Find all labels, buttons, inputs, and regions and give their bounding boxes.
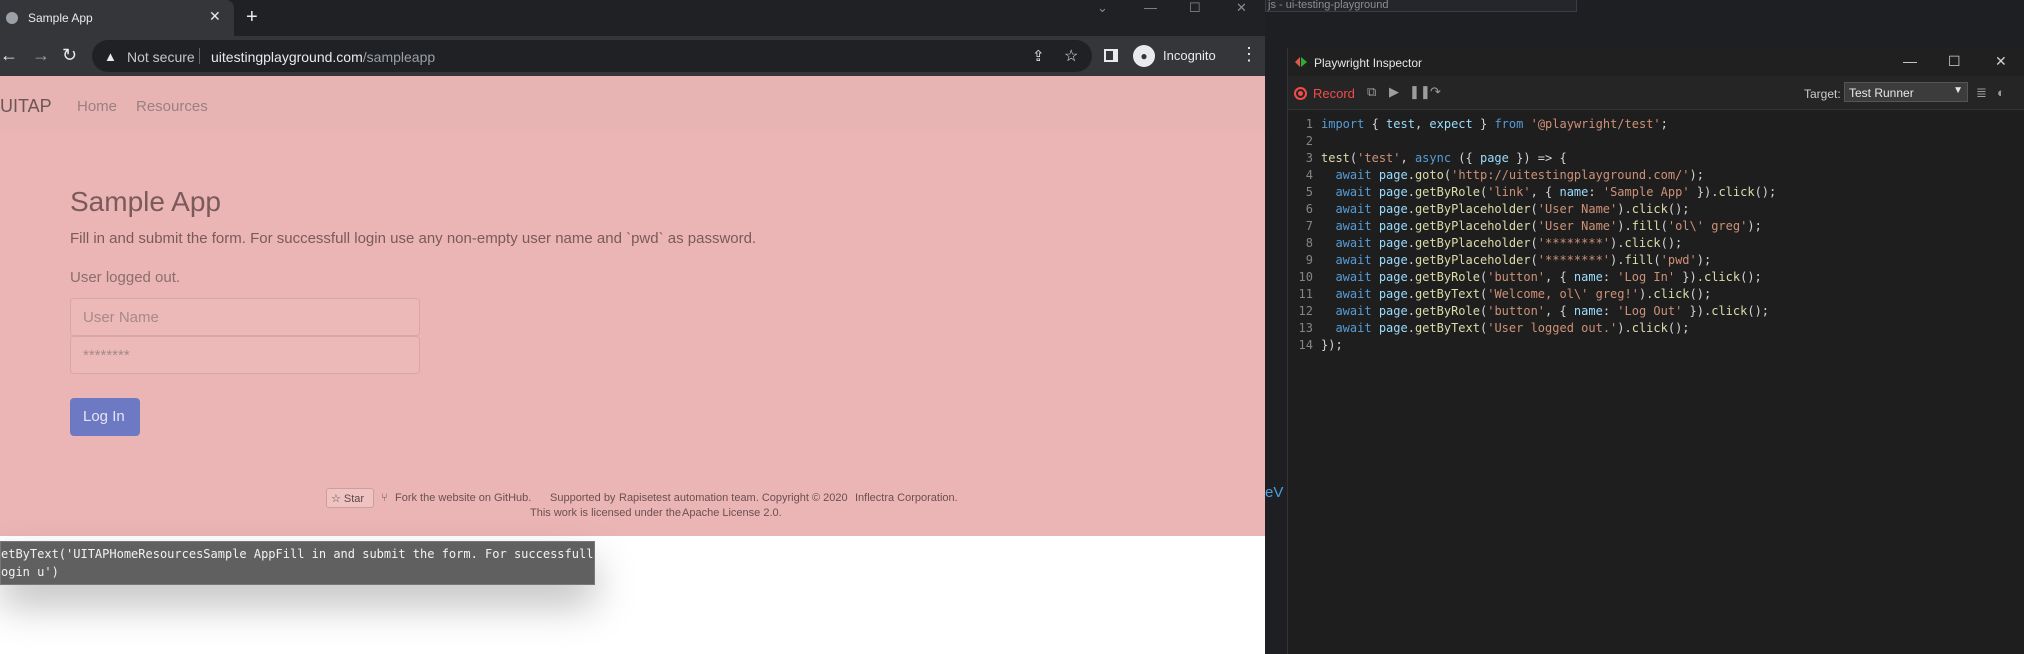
web-page: UITAP Home Resources Sample App Fill in … — [0, 76, 1265, 536]
security-status[interactable]: Not secure — [127, 49, 195, 65]
page-title: Sample App — [70, 186, 221, 217]
close-icon[interactable]: ✕ — [1995, 53, 2007, 70]
forward-arrow-icon[interactable]: → — [32, 46, 50, 64]
close-tab-icon[interactable]: ✕ — [209, 8, 221, 25]
code-line: 6 await page.getByPlaceholder('User Name… — [1305, 202, 1690, 216]
tab-strip: Sample App ✕ + ⌄ — ☐ ✕ — [0, 0, 1265, 36]
warning-icon[interactable]: ▲ — [104, 49, 117, 64]
inflectra-link[interactable]: Inflectra Corporation. — [855, 492, 958, 504]
reload-icon[interactable]: ↻ — [62, 46, 77, 64]
url-text[interactable]: uitestingplayground.com/sampleapp — [211, 49, 435, 65]
code-line: 12 await page.getByRole('button', { name… — [1298, 304, 1770, 318]
site-navbar: UITAP Home Resources — [0, 76, 1265, 132]
code-line: 9 await page.getByPlaceholder('********'… — [1305, 253, 1712, 267]
site-brand[interactable]: UITAP — [0, 96, 52, 117]
url-path: /sampleapp — [362, 49, 436, 65]
login-button-label: Log In — [83, 408, 125, 425]
code-line: 11 await page.getByText('Welcome, ol\' g… — [1298, 287, 1712, 301]
url-host: uitestingplayground.com — [211, 49, 363, 65]
browser-menu-icon[interactable]: ⋮ — [1240, 45, 1258, 63]
tab-sample-app[interactable]: Sample App ✕ — [0, 0, 234, 36]
code-line: 1 import { test, expect } from '@playwrig… — [1305, 117, 1668, 131]
tab-title: Sample App — [28, 11, 93, 25]
incognito-label: Incognito — [1163, 48, 1216, 63]
playwright-inspector-window: Playwright Inspector — ☐ ✕ Record ⧉ ▶ ❚❚… — [1287, 48, 2024, 654]
browser-toolbar: ← → ↻ ▲ Not secure uitestingplayground.c… — [0, 36, 1265, 76]
record-icon[interactable] — [1294, 87, 1307, 100]
nav-link-resources[interactable]: Resources — [136, 98, 208, 115]
background-tab-title: js - ui-testing-playground — [1268, 0, 1389, 11]
inspector-title: Playwright Inspector — [1314, 56, 1423, 70]
fork-link[interactable]: Fork the website on GitHub. — [395, 492, 531, 504]
playwright-logo-icon — [1295, 57, 1307, 67]
code-line: 13 await page.getByText('User logged out… — [1298, 321, 1690, 335]
login-button[interactable]: Log In — [70, 398, 140, 436]
target-label: Target: — [1804, 87, 1841, 101]
background-code-fragment: eV — [1265, 484, 1284, 501]
record-button[interactable]: Record — [1313, 86, 1355, 101]
minimize-icon[interactable]: — — [1903, 53, 1917, 69]
chevron-down-icon: ▼ — [1953, 85, 1963, 96]
side-panel-icon[interactable] — [1104, 49, 1118, 62]
code-line: 5 await page.getByRole('link', { name: '… — [1305, 185, 1777, 199]
globe-icon — [6, 12, 18, 24]
resume-icon[interactable]: ▶ — [1389, 84, 1399, 100]
username-input[interactable]: User Name — [70, 298, 420, 336]
inspector-toolbar: Record ⧉ ▶ ❚❚ ↷ Target: Test Runner ▼ ≣ … — [1288, 76, 2024, 110]
code-line: 3 test('test', async ({ page }) => { — [1305, 151, 1567, 165]
footer-supported-prefix: Supported by — [550, 492, 616, 504]
github-star-button[interactable]: ☆ Star — [326, 488, 374, 508]
nav-link-home[interactable]: Home — [77, 98, 117, 115]
code-line: 2 — [1305, 134, 1313, 148]
bookmark-star-icon[interactable]: ☆ — [1064, 46, 1078, 66]
minimize-icon[interactable]: — — [1144, 0, 1157, 16]
password-input[interactable]: ******** — [70, 336, 420, 374]
wrap-lines-icon[interactable]: ≣ — [1976, 85, 1987, 101]
tooltip-line-2: ogin u') — [1, 565, 59, 579]
target-value: Test Runner — [1849, 86, 1914, 100]
apache-license-link[interactable]: Apache License 2.0. — [682, 507, 782, 519]
target-select[interactable]: Test Runner ▼ — [1844, 82, 1968, 102]
locator-tooltip: etByText('UITAPHomeResourcesSample AppFi… — [0, 541, 595, 585]
address-bar[interactable]: ▲ Not secure uitestingplayground.com/sam… — [92, 40, 1092, 72]
share-icon[interactable]: ⇪ — [1032, 47, 1045, 65]
omnibox-divider — [199, 48, 200, 64]
copy-icon[interactable]: ⧉ — [1367, 84, 1376, 100]
maximize-icon[interactable]: ☐ — [1948, 53, 1961, 70]
password-placeholder: ******** — [83, 347, 130, 364]
back-arrow-icon[interactable]: ← — [0, 46, 18, 64]
close-window-icon[interactable]: ✕ — [1236, 0, 1247, 16]
incognito-icon: ● — [1133, 45, 1155, 67]
code-line: 7 await page.getByPlaceholder('User Name… — [1305, 219, 1762, 233]
new-tab-button[interactable]: + — [246, 6, 258, 28]
star-label: ☆ Star — [331, 493, 365, 505]
footer-supported-suffix: test automation team. Copyright © 2020 — [653, 492, 848, 504]
login-status: User logged out. — [70, 269, 181, 286]
inspector-titlebar: Playwright Inspector — ☐ ✕ — [1288, 48, 2024, 76]
rapise-link[interactable]: Rapise — [619, 492, 653, 504]
pause-icon[interactable]: ❚❚ — [1409, 84, 1431, 100]
code-line: 4 await page.goto('http://uitestingplayg… — [1305, 168, 1704, 182]
page-description: Fill in and submit the form. For success… — [70, 230, 757, 247]
background-editor-tab: js - ui-testing-playground — [1265, 0, 1577, 12]
code-line: 8 await page.getByPlaceholder('********'… — [1305, 236, 1683, 250]
step-over-icon[interactable]: ↷ — [1430, 84, 1441, 100]
tooltip-line-1: etByText('UITAPHomeResourcesSample AppFi… — [1, 547, 594, 561]
tab-search-icon[interactable]: ⌄ — [1097, 0, 1108, 16]
code-line: 10 await page.getByRole('button', { name… — [1298, 270, 1762, 284]
theme-toggle-icon[interactable]: ◐ — [1997, 85, 2005, 100]
maximize-icon[interactable]: ☐ — [1189, 0, 1201, 16]
browser-window: Sample App ✕ + ⌄ — ☐ ✕ ← → ↻ ▲ Not secur… — [0, 0, 1265, 654]
username-placeholder: User Name — [83, 309, 159, 326]
license-prefix: This work is licensed under the — [530, 507, 682, 519]
incognito-indicator[interactable]: ● Incognito — [1131, 43, 1221, 69]
fork-icon: ⑂ — [381, 492, 388, 504]
code-line: 14}); — [1298, 338, 1343, 352]
